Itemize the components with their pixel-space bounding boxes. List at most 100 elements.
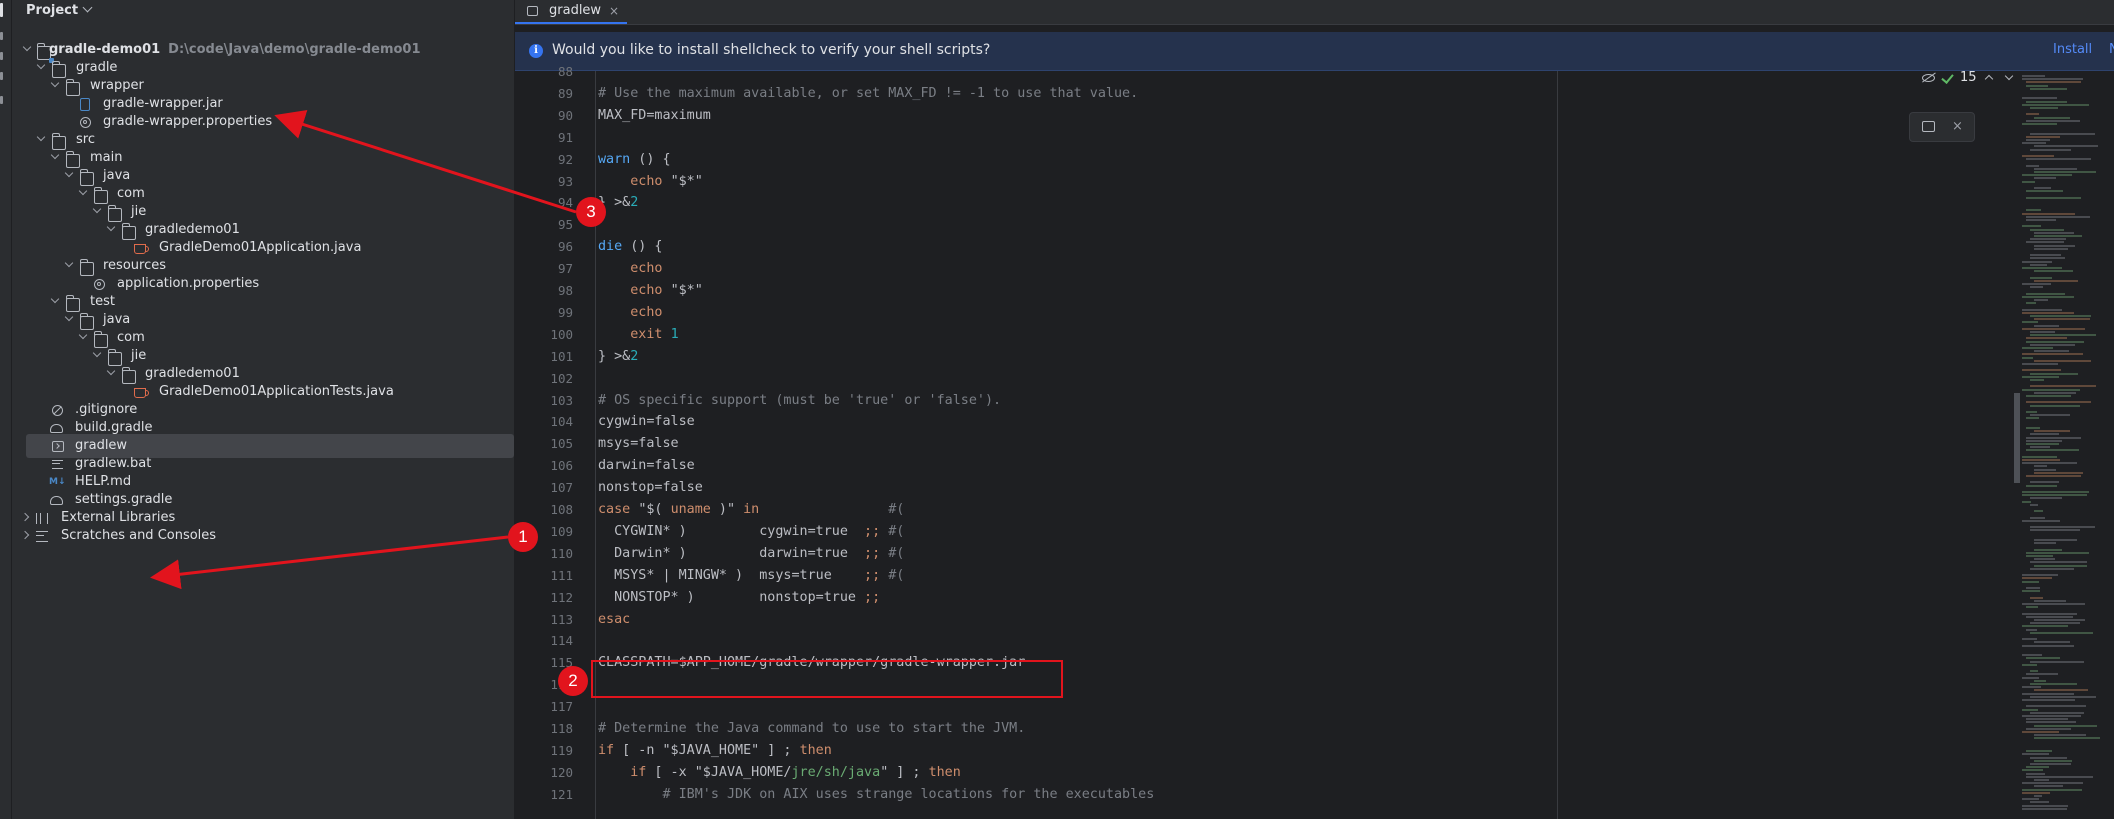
code-line[interactable]: NONSTOP* ) nonstop=true ;; xyxy=(598,587,880,609)
collapse-arrow-icon[interactable] xyxy=(20,512,30,522)
minimap-line xyxy=(2034,779,2050,781)
project-panel: Project gradle-demo01 D:\code\Java\demo\g… xyxy=(12,0,515,819)
code-line[interactable]: Darwin* ) darwin=true ;; #( xyxy=(598,543,904,565)
collapse-arrow-icon[interactable] xyxy=(20,530,30,540)
minimap-viewport[interactable] xyxy=(2014,393,2020,483)
tree-row-scratches[interactable]: Scratches and Consoles xyxy=(12,524,512,548)
tab-gradlew[interactable]: gradlew × xyxy=(515,0,627,24)
minimap-line xyxy=(2026,657,2060,660)
code-line[interactable]: # IBM's JDK on AIX uses strange location… xyxy=(598,784,1154,806)
code-line[interactable]: echo xyxy=(598,258,662,280)
minimap-line xyxy=(2034,318,2091,321)
expand-arrow-icon[interactable] xyxy=(36,132,46,142)
java-class-icon xyxy=(134,388,149,398)
minimap-line xyxy=(2030,433,2060,436)
code-line[interactable]: if [ -n "$JAVA_HOME" ] ; then xyxy=(598,740,832,762)
code-line[interactable]: CLASSPATH=$APP_HOME/gradle/wrapper/gradl… xyxy=(598,652,1025,674)
tab-close-icon[interactable]: × xyxy=(609,0,619,22)
shell-script-icon xyxy=(52,441,64,452)
minimap-line xyxy=(2026,439,2062,442)
code-token: darwin=false xyxy=(598,458,695,474)
expand-arrow-icon[interactable] xyxy=(64,312,74,322)
code-line[interactable]: } >&2 xyxy=(598,346,638,368)
expand-arrow-icon[interactable] xyxy=(36,60,46,70)
code-line[interactable]: cygwin=false xyxy=(598,411,695,433)
code-line[interactable]: echo xyxy=(598,302,662,324)
minimap-line xyxy=(2026,718,2068,721)
code-token: 2 xyxy=(630,195,639,211)
expand-arrow-icon[interactable] xyxy=(106,222,116,232)
text-file-icon xyxy=(52,460,63,469)
code-minimap[interactable] xyxy=(2014,71,2114,819)
code-line[interactable]: esac xyxy=(598,609,630,631)
minimap-line xyxy=(2022,791,2050,794)
minimap-line xyxy=(2034,471,2084,474)
previous-highlight-icon[interactable] xyxy=(1984,74,1994,84)
minimap-line xyxy=(2034,619,2086,621)
code-line[interactable]: case "$( uname )" in #( xyxy=(598,499,904,521)
structure-tool-icon[interactable] xyxy=(0,52,3,60)
reader-mode-icon[interactable] xyxy=(1922,74,1935,82)
code-token: CLASSPATH=$APP_HOME/gradle/wrapper/gradl… xyxy=(598,655,1026,671)
code-line[interactable]: # OS specific support (must be 'true' or… xyxy=(598,390,1001,412)
code-line[interactable]: exit 1 xyxy=(598,324,678,346)
minimap-line xyxy=(2026,139,2050,141)
close-icon[interactable]: × xyxy=(1952,119,1963,134)
expand-arrow-icon[interactable] xyxy=(78,186,88,196)
project-tool-icon[interactable] xyxy=(0,3,3,17)
code-line[interactable]: darwin=false xyxy=(598,455,695,477)
expand-arrow-icon[interactable] xyxy=(22,42,32,52)
minimap-line xyxy=(2030,379,2044,381)
minimap-line xyxy=(2026,775,2094,778)
code-token: echo xyxy=(598,283,671,298)
code-line[interactable]: warn () { xyxy=(598,149,671,171)
code-line[interactable]: nonstop=false xyxy=(598,477,703,499)
commit-tool-icon[interactable] xyxy=(0,32,3,40)
code-line[interactable]: echo "$*" xyxy=(598,280,703,302)
project-panel-header[interactable]: Project xyxy=(12,0,514,24)
minimap-line xyxy=(2022,590,2040,593)
dismiss-link[interactable]: N xyxy=(2109,42,2114,57)
floating-toolbar: × xyxy=(1909,112,1975,142)
code-line[interactable]: } >&2 xyxy=(598,192,638,214)
expand-arrow-icon[interactable] xyxy=(64,258,74,268)
code-line[interactable]: CYGWIN* ) cygwin=true ;; #( xyxy=(598,521,904,543)
expand-arrow-icon[interactable] xyxy=(92,204,102,214)
expand-arrow-icon[interactable] xyxy=(92,348,102,358)
more-tools-icon[interactable] xyxy=(0,96,3,104)
minimap-line xyxy=(2034,465,2048,468)
minimap-line xyxy=(2022,644,2074,647)
next-highlight-icon[interactable] xyxy=(2004,71,2014,81)
minimap-line xyxy=(2022,519,2060,522)
code-line[interactable]: MAX_FD=maximum xyxy=(598,105,711,127)
tree-label: gradle-demo01 xyxy=(49,42,161,57)
expand-arrow-icon[interactable] xyxy=(50,294,60,304)
minimap-line xyxy=(2022,676,2039,679)
code-line[interactable]: MSYS* | MINGW* ) msys=true ;; #( xyxy=(598,565,904,587)
scratches-icon xyxy=(36,531,48,542)
minimap-line xyxy=(2026,673,2059,676)
chevron-down-icon[interactable] xyxy=(82,2,93,13)
minimap-line xyxy=(2026,337,2068,340)
code-line[interactable]: msys=false xyxy=(598,433,679,455)
minimap-line xyxy=(2026,196,2082,199)
expand-arrow-icon[interactable] xyxy=(78,330,88,340)
expand-arrow-icon[interactable] xyxy=(106,366,116,376)
minimap-line xyxy=(2034,641,2071,644)
code-area[interactable]: # Use the maximum available, or set MAX_… xyxy=(515,71,1557,819)
minimap-line xyxy=(2026,241,2064,244)
expand-arrow-icon[interactable] xyxy=(64,168,74,178)
code-line[interactable]: # Determine the Java command to use to s… xyxy=(598,718,1025,740)
minimap-line xyxy=(2022,603,2085,605)
minimap-line xyxy=(2026,417,2039,420)
code-line[interactable]: if [ -x "$JAVA_HOME/jre/sh/java" ] ; the… xyxy=(598,762,961,784)
editor-tab-bar: gradlew × xyxy=(515,0,2114,25)
code-line[interactable]: die () { xyxy=(598,236,663,258)
code-line[interactable]: echo "$*" xyxy=(598,171,703,193)
expand-arrow-icon[interactable] xyxy=(50,78,60,88)
code-line[interactable]: # Use the maximum available, or set MAX_… xyxy=(598,83,1138,105)
expand-arrow-icon[interactable] xyxy=(50,150,60,160)
install-link[interactable]: Install xyxy=(2053,42,2092,57)
run-config-icon[interactable] xyxy=(1922,121,1935,132)
bookmarks-tool-icon[interactable] xyxy=(0,72,3,80)
